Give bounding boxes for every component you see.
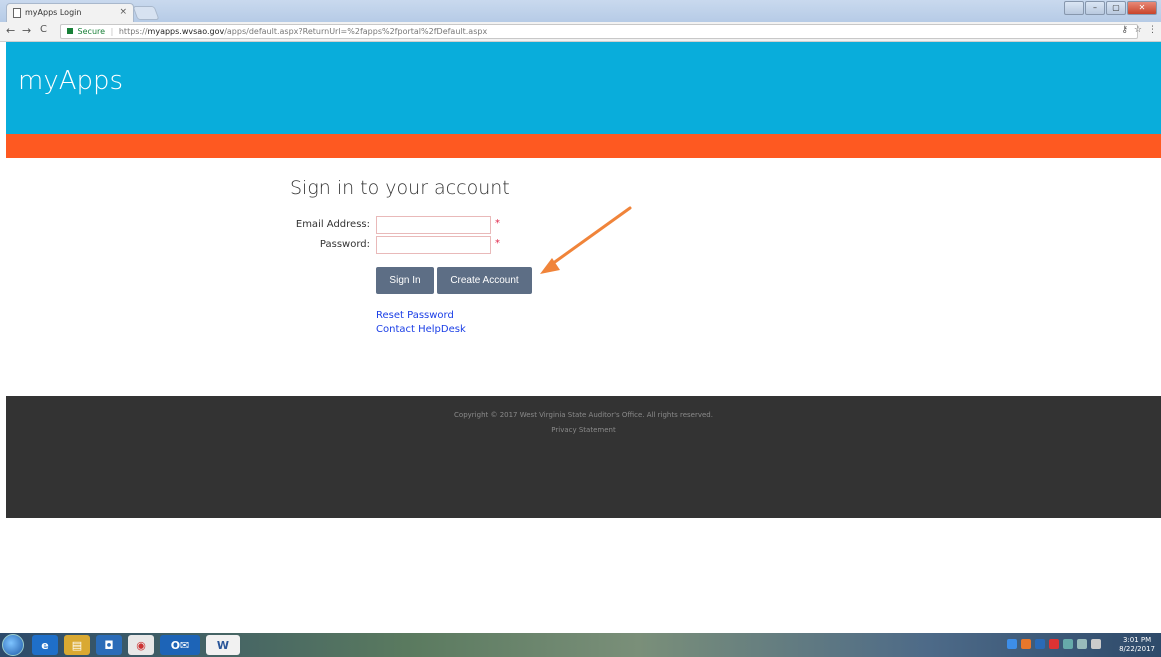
browser-tab[interactable]: myApps Login × [6,3,134,22]
star-icon[interactable]: ☆ [1134,25,1142,35]
url-scheme: https:// [118,27,148,36]
email-field[interactable] [376,216,491,234]
privacy-statement-link[interactable]: Privacy Statement [6,426,1161,434]
user-icon[interactable] [1064,1,1084,15]
url-path: /apps/default.aspx?ReturnUrl=%2fapps%2fp… [224,27,488,36]
key-icon[interactable]: ⚷ [1121,25,1128,35]
password-label: Password: [319,239,370,250]
word-icon[interactable]: W [206,635,240,655]
internet-explorer-icon[interactable]: e [32,635,58,655]
taskbar: e ▤ ◘ ◉ O✉ W 3:01 PM 8/22/2017 [0,633,1161,657]
accent-bar [6,134,1161,158]
site-footer: Copyright © 2017 West Virginia State Aud… [6,396,1161,518]
reload-icon[interactable]: C [40,24,47,35]
address-bar[interactable]: Secure | https://myapps.wvsao.gov/apps/d… [60,24,1138,39]
email-label: Email Address: [295,219,370,230]
tray-x-icon[interactable] [1049,639,1059,649]
minimize-icon[interactable]: – [1085,1,1105,15]
sign-in-button[interactable]: Sign In [376,267,434,294]
create-account-button[interactable]: Create Account [437,267,532,294]
window-controls: – ▢ ✕ [1064,1,1157,15]
maximize-icon[interactable]: ▢ [1106,1,1126,15]
lock-icon [67,28,73,34]
volume-icon[interactable] [1091,639,1101,649]
file-explorer-icon[interactable]: ▤ [64,635,90,655]
secure-label: Secure [77,27,106,36]
outlook-mail-icon[interactable]: O✉ [160,635,200,655]
page-title: Sign in to your account [290,177,510,199]
tab-title: myApps Login [25,8,82,17]
email-required-marker: * [495,218,500,229]
system-clock[interactable]: 3:01 PM 8/22/2017 [1119,636,1155,654]
outlook-tray-icon[interactable] [1035,639,1045,649]
network-icon[interactable] [1077,639,1087,649]
site-header: myApps [6,42,1161,134]
annotation-arrow-icon [540,206,632,274]
close-icon[interactable]: ✕ [1127,1,1157,15]
password-required-marker: * [495,238,500,249]
menu-icon[interactable]: ⋮ [1148,25,1157,35]
new-tab-button[interactable] [132,6,160,20]
language-icon[interactable] [1007,639,1017,649]
system-tray [1007,639,1101,649]
tray-app-icon[interactable] [1021,639,1031,649]
toolbar-icons: ⚷ ☆ ⋮ [1121,25,1157,35]
brand-logo[interactable]: myApps [18,66,123,96]
copyright-text: Copyright © 2017 West Virginia State Aud… [454,411,713,419]
url-separator: | [110,27,114,36]
contact-helpdesk-link[interactable]: Contact HelpDesk [376,324,466,335]
reset-password-link[interactable]: Reset Password [376,310,454,321]
clock-date: 8/22/2017 [1119,645,1155,653]
chrome-icon[interactable]: ◉ [128,635,154,655]
tab-close-icon[interactable]: × [119,7,127,17]
browser-tabstrip: myApps Login × – ▢ ✕ [0,0,1161,22]
start-button[interactable] [2,634,24,656]
password-field[interactable] [376,236,491,254]
url-host: myapps.wvsao.gov [147,27,225,36]
clock-time: 3:01 PM [1122,636,1152,644]
action-center-icon[interactable] [1063,639,1073,649]
page-icon [13,8,21,18]
back-icon[interactable]: ← [6,24,15,37]
browser-toolbar: ← → C Secure | https://myapps.wvsao.gov/… [0,22,1161,42]
forward-icon[interactable]: → [22,24,31,37]
outlook-icon[interactable]: ◘ [96,635,122,655]
